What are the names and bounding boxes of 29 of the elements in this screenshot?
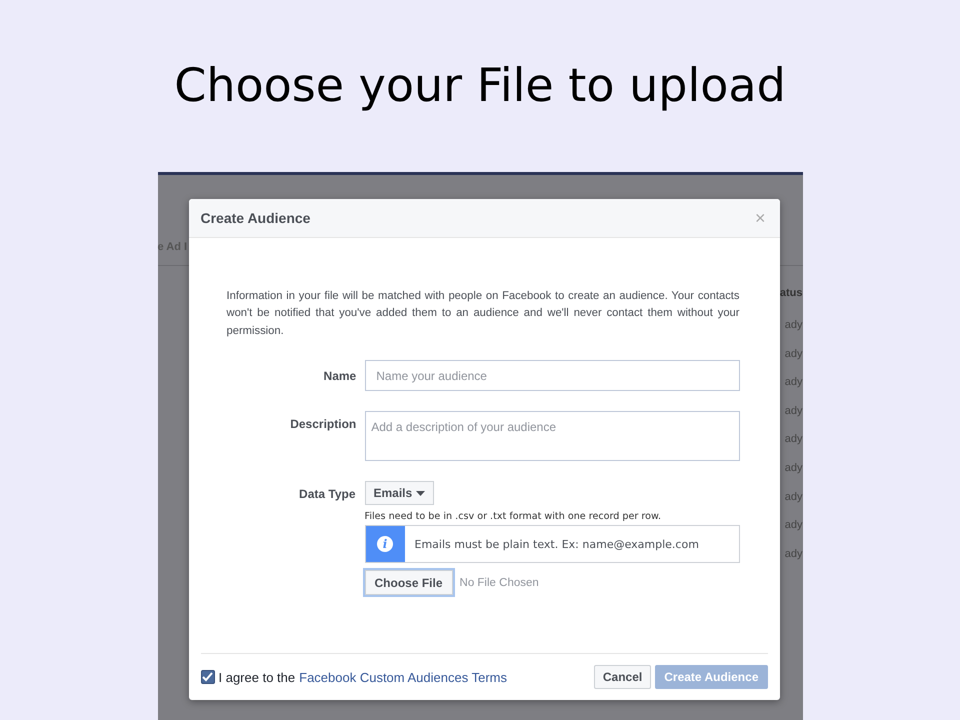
terms-link[interactable]: Facebook Custom Audiences Terms: [299, 670, 507, 684]
slide-title: Choose your File to upload: [174, 58, 786, 114]
choose-file-button[interactable]: Choose File: [364, 570, 453, 596]
format-hint: Files need to be in .csv or .txt format with one record per row.: [364, 511, 662, 522]
table-cell-text: ady: [784, 346, 802, 362]
cancel-button[interactable]: Cancel: [594, 665, 652, 689]
info-text: Emails must be plain text. Ex: name@example.com: [414, 538, 699, 551]
table-cell-text: ady: [784, 460, 802, 476]
name-field[interactable]: Name your audience: [365, 360, 740, 392]
description-field[interactable]: Add a description of your audience: [365, 411, 740, 462]
field-label: Description: [289, 416, 358, 432]
file-status: No File Chosen: [460, 576, 539, 589]
dialog-title: Create Audience: [200, 210, 310, 226]
table-cell-text: ady: [784, 375, 802, 390]
table-cell-text: ady: [784, 318, 802, 333]
agree-checkbox[interactable]: [200, 670, 214, 684]
data-type-dropdown[interactable]: Emails: [364, 481, 434, 506]
field-label: Data Type: [298, 486, 356, 502]
table-cell-text: ady: [784, 518, 802, 534]
table-cell-text: ady: [784, 404, 802, 419]
table-cell-text: ady: [784, 432, 802, 448]
caret-icon: [416, 490, 426, 496]
agree-text: I agree to the: [218, 670, 296, 684]
intro-text: Information in your file will be matched with people on Facebook to create an audience. Your contacts won't be notified that you've added them to an audience and we'll never contact them without your permission.: [226, 289, 740, 339]
table-cell-text: ady: [784, 490, 802, 505]
field-label: Name: [322, 368, 358, 383]
info-icon: i: [377, 536, 393, 552]
column-header: atus: [780, 286, 802, 301]
table-cell-text: ady: [784, 546, 802, 562]
